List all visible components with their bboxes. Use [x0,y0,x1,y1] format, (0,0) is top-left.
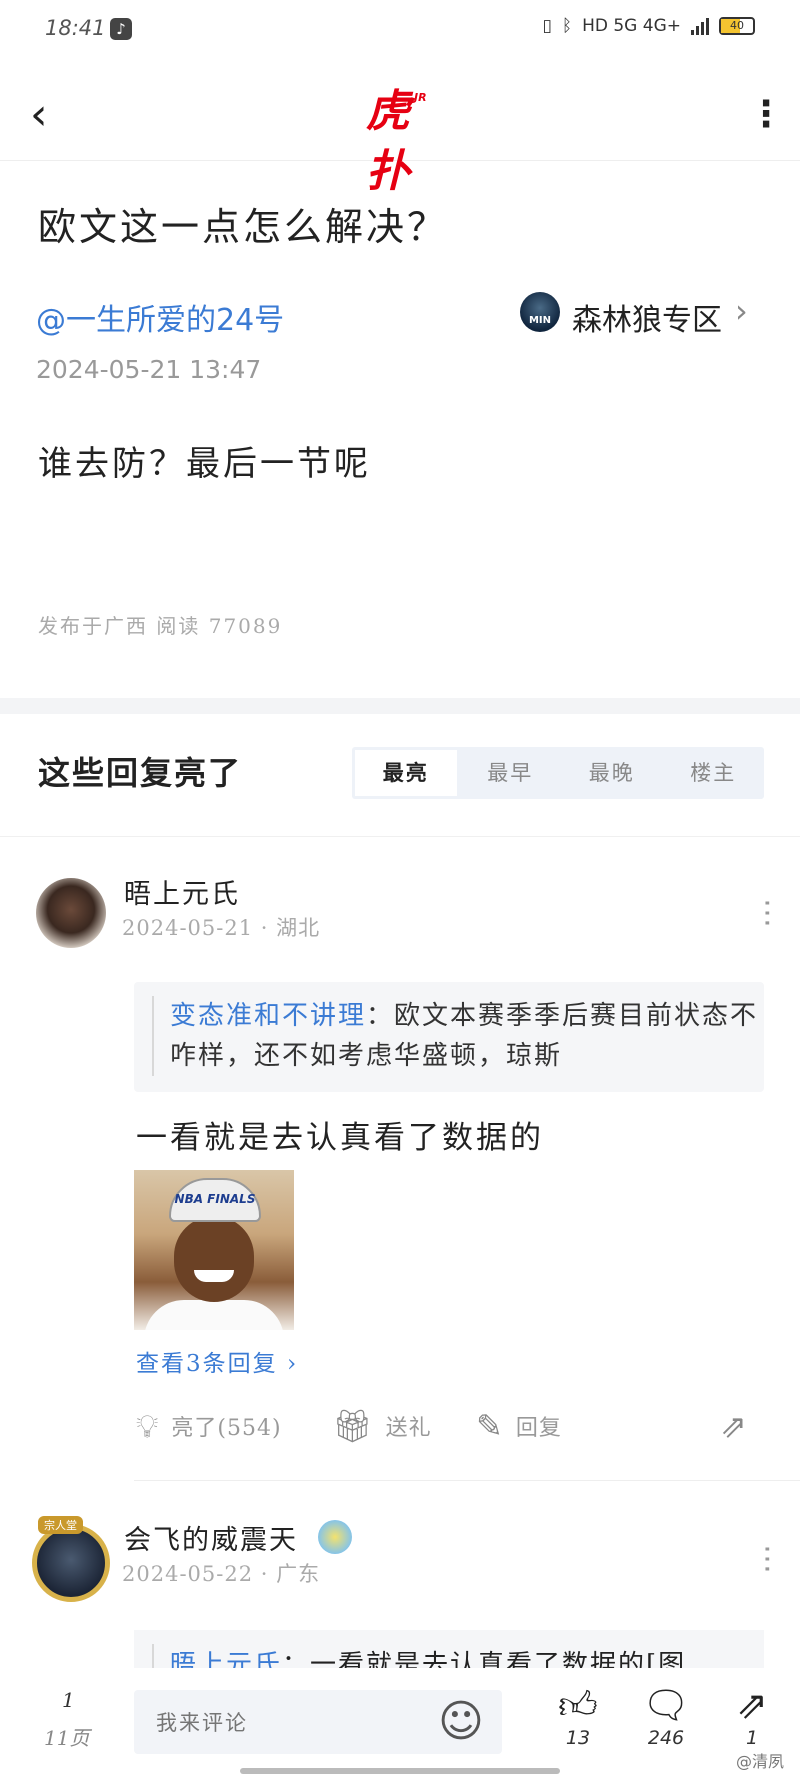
replies-section-title: 这些回复亮了 [38,754,243,792]
reply-username[interactable]: 晤上元氏 [124,872,240,911]
hupu-logo: 虎扑 JR [366,86,427,197]
tab-earliest[interactable]: 最早 [460,747,562,799]
reply-more-icon[interactable]: ⋯ [750,898,785,928]
bluetooth-icon: ᛒ [561,16,573,36]
thumbs-up-icon: 👍︎ [558,1683,598,1727]
like-count: 13 [565,1727,591,1749]
status-time: 18:41 [45,16,106,40]
section-divider [0,698,800,714]
like-button[interactable]: 💡︎ 亮了(554) [136,1404,282,1448]
top-nav-bar: ‹ 虎扑 JR ⋮ [0,70,800,197]
forum-logo-icon[interactable]: MIN [520,292,560,332]
avatar-badge: 宗人堂 [38,1516,83,1534]
comment-input[interactable] [154,1690,418,1756]
comment-icon: 🗨︎ [641,1683,691,1727]
reply-date: 2024-05-21 · 湖北 [122,916,321,940]
comments-button[interactable]: 🗨︎ 246 [636,1683,696,1749]
view-replies-link[interactable]: 查看3条回复 › [136,1344,298,1378]
watermark: @清夙 [736,1752,785,1771]
battery-icon: 40 [719,17,755,35]
avatar[interactable] [36,878,106,948]
status-indicators: ▯ ᛒ HD 5G 4G+ 40 [543,16,755,36]
quoted-reply[interactable]: 变态准和不讲理：欧文本赛季季后赛目前状态不咋样，还不如考虑华盛顿，琼斯 [134,982,764,1092]
share-button[interactable]: ⇗ [720,1404,748,1448]
share-count: 1 [745,1727,759,1749]
divider [134,1480,800,1481]
emoji-icon[interactable]: ☺ [438,1700,484,1744]
share-icon: ⇗ [736,1683,768,1727]
edit-icon: ✎ [476,1407,504,1445]
tab-brightest[interactable]: 最亮 [355,750,457,796]
quote-username[interactable]: 变态准和不讲理 [170,1001,366,1031]
forum-link[interactable]: 森林狼专区 [572,295,722,339]
page-current[interactable]: 1 [62,1688,75,1712]
divider [0,836,800,837]
back-icon[interactable]: ‹ [30,90,70,140]
reply-username[interactable]: 会飞的威震天 [124,1518,298,1557]
share-icon: ⇗ [720,1407,748,1445]
level-badge-icon [318,1520,352,1554]
reply-text: 一看就是去认真看了数据的 [136,1120,544,1156]
reply-image[interactable]: NBA FINALS [134,1170,294,1330]
chevron-right-icon: › [286,1351,299,1377]
post-date: 2024-05-21 13:47 [36,355,262,384]
post-body: 谁去防？最后一节呢 [38,444,371,484]
comment-count: 246 [647,1727,685,1749]
comment-box[interactable]: ☺ [134,1690,502,1756]
page-total[interactable]: 11页 [44,1722,89,1751]
more-options-icon[interactable]: ⋮ [748,88,784,142]
chevron-right-icon[interactable]: › [735,292,748,330]
post-author-link[interactable]: @一生所爱的24号 [36,295,284,339]
image-cap-text: NBA FINALS [169,1178,261,1222]
tab-latest[interactable]: 最晚 [561,747,663,799]
post-title: 欧文这一点怎么解决？ [38,205,449,249]
gift-icon: 🎁︎ [332,1407,374,1445]
reply-button[interactable]: ✎ 回复 [476,1404,562,1448]
signal-icon [691,17,709,35]
reply-more-icon[interactable]: ⋯ [750,1544,785,1574]
network-label: HD 5G 4G+ [582,16,681,36]
sort-tabs: 最亮 最早 最晚 楼主 [352,747,764,799]
thumbs-up-button[interactable]: 👍︎ 13 [548,1683,608,1749]
home-indicator[interactable] [240,1768,560,1774]
tiktok-icon: ♪ [110,18,132,40]
gift-button[interactable]: 🎁︎ 送礼 [332,1404,432,1448]
post-meta: 发布于广西 阅读 77089 [38,614,283,638]
tab-op-only[interactable]: 楼主 [663,747,765,799]
lightbulb-icon: 💡︎ [136,1406,160,1445]
share-post-button[interactable]: ⇗ 1 [722,1683,782,1749]
avatar[interactable] [32,1524,110,1602]
reply-date: 2024-05-22 · 广东 [122,1562,321,1586]
vibrate-icon: ▯ [542,16,552,36]
